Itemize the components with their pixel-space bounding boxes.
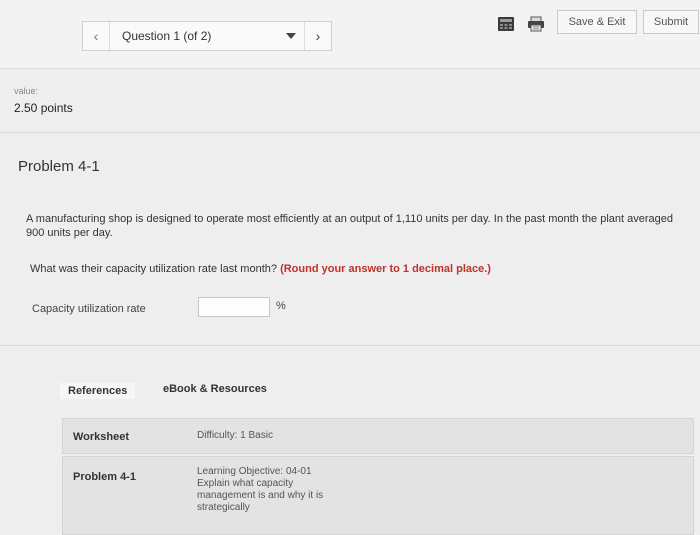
print-icon[interactable] — [527, 16, 545, 32]
question-select-label: Question 1 (of 2) — [122, 29, 212, 43]
submit-label: Submit — [653, 16, 689, 28]
row-info: Learning Objective: 04-01 Explain what c… — [197, 466, 324, 513]
tab-ebook-resources[interactable]: eBook & Resources — [163, 383, 267, 395]
points-value: 2.50 points — [14, 101, 73, 115]
problem-prompt-line: What was their capacity utilization rate… — [30, 263, 491, 275]
caret-down-icon — [286, 33, 296, 39]
next-question-button[interactable]: › — [304, 22, 331, 50]
row-name: Worksheet — [73, 431, 130, 443]
calculator-icon[interactable] — [497, 16, 515, 32]
problem-title: Problem 4-1 — [18, 158, 100, 175]
section-divider — [0, 132, 700, 133]
tab-references[interactable]: References — [60, 383, 136, 399]
top-toolbar: ‹ Question 1 (of 2) › Save & Exit Submit — [0, 0, 700, 69]
section-divider — [0, 345, 700, 346]
row-name: Problem 4-1 — [73, 471, 136, 483]
chevron-right-icon: › — [315, 28, 321, 44]
row-info: Difficulty: 1 Basic — [197, 430, 273, 441]
previous-question-button[interactable]: ‹ — [83, 22, 110, 50]
question-navigator: ‹ Question 1 (of 2) › — [82, 21, 332, 51]
question-select[interactable]: Question 1 (of 2) — [110, 22, 306, 50]
rounding-hint: (Round your answer to 1 decimal place.) — [280, 263, 491, 275]
list-item: Problem 4-1 Learning Objective: 04-01 Ex… — [62, 456, 694, 535]
submit-button[interactable]: Submit — [643, 10, 699, 34]
problem-text: A manufacturing shop is designed to oper… — [26, 213, 673, 239]
list-item: Worksheet Difficulty: 1 Basic — [62, 418, 694, 454]
problem-prompt: What was their capacity utilization rate… — [30, 263, 278, 275]
save-exit-button[interactable]: Save & Exit — [557, 10, 637, 34]
chevron-left-icon: ‹ — [93, 28, 99, 44]
capacity-utilization-input[interactable] — [198, 297, 270, 317]
capacity-utilization-label: Capacity utilization rate — [32, 303, 146, 315]
save-exit-label: Save & Exit — [568, 16, 626, 28]
value-label: value: — [14, 86, 39, 96]
percent-unit: % — [276, 300, 286, 312]
